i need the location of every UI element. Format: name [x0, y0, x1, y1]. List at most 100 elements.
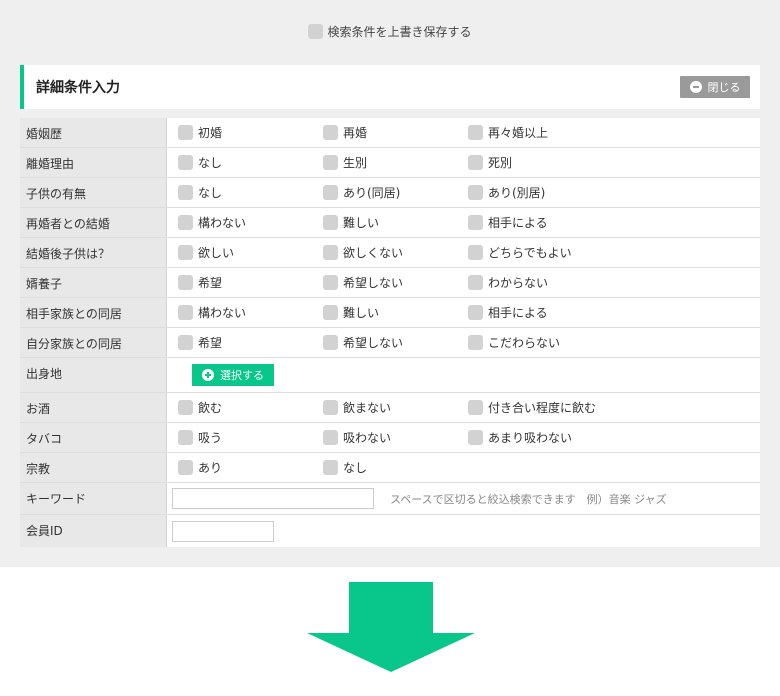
option-depends-on-partner[interactable]: 相手による [468, 214, 613, 231]
option-label: 構わない [198, 216, 247, 230]
option-smoke[interactable]: 吸う [178, 429, 323, 446]
option-difficult[interactable]: 難しい [323, 214, 468, 231]
option-label: 欲しくない [343, 246, 404, 260]
option-difficult[interactable]: 難しい [323, 304, 468, 321]
minus-circle-icon [689, 81, 702, 93]
option-group: 吸う 吸わない あまり吸わない [167, 423, 760, 452]
option-checkbox[interactable] [323, 155, 338, 170]
save-condition-label: 検索条件を上書き保存する [327, 24, 472, 39]
option-divorce[interactable]: 生別 [323, 154, 468, 171]
option-group: なし あり(同居) あり(別居) [167, 178, 760, 207]
option-no-desire[interactable]: 希望しない [323, 334, 468, 351]
option-unknown[interactable]: わからない [468, 274, 613, 291]
option-want[interactable]: 欲しい [178, 244, 323, 261]
option-children-cohabiting[interactable]: あり(同居) [323, 184, 468, 201]
option-dont-want[interactable]: 欲しくない [323, 244, 468, 261]
option-dont-drink[interactable]: 飲まない [323, 399, 468, 416]
close-button[interactable]: 閉じる [680, 76, 750, 98]
option-checkbox[interactable] [178, 430, 193, 445]
row-label: 再婚者との結婚 [20, 208, 167, 237]
option-drink-socially[interactable]: 付き合い程度に飲む [468, 399, 613, 416]
option-checkbox[interactable] [178, 215, 193, 230]
option-drink[interactable]: 飲む [178, 399, 323, 416]
option-checkbox[interactable] [323, 400, 338, 415]
option-checkbox[interactable] [468, 275, 483, 290]
option-checkbox[interactable] [468, 335, 483, 350]
option-checkbox[interactable] [178, 185, 193, 200]
option-children-separate[interactable]: あり(別居) [468, 184, 613, 201]
option-checkbox[interactable] [468, 430, 483, 445]
option-checkbox[interactable] [323, 335, 338, 350]
row-label: タバコ [20, 423, 167, 452]
option-label: どちらでもよい [488, 246, 572, 260]
option-label: 吸う [198, 431, 223, 445]
option-remarriage[interactable]: 再婚 [323, 124, 468, 141]
option-bereavement[interactable]: 死別 [468, 154, 613, 171]
row-live-with-partner-family: 相手家族との同居 構わない 難しい 相手による [20, 298, 760, 328]
option-checkbox[interactable] [468, 185, 483, 200]
option-checkbox[interactable] [323, 215, 338, 230]
option-checkbox[interactable] [178, 335, 193, 350]
option-no-preference[interactable]: こだわらない [468, 334, 613, 351]
option-label: 相手による [488, 216, 548, 230]
option-first-marriage[interactable]: 初婚 [178, 124, 323, 141]
option-label: 希望しない [343, 276, 404, 290]
option-group: あり なし [167, 453, 760, 482]
row-alcohol: お酒 飲む 飲まない 付き合い程度に飲む [20, 393, 760, 423]
select-birthplace-button[interactable]: 選択する [192, 364, 274, 386]
option-label: 飲む [198, 401, 223, 415]
option-rarely-smoke[interactable]: あまり吸わない [468, 429, 613, 446]
option-checkbox[interactable] [468, 155, 483, 170]
row-marriage-history: 婚姻歴 初婚 再婚 再々婚以上 [20, 118, 760, 148]
row-label: お酒 [20, 393, 167, 422]
option-label: 生別 [343, 156, 368, 170]
option-dont-mind[interactable]: 構わない [178, 214, 323, 231]
option-label: 付き合い程度に飲む [488, 401, 597, 415]
option-checkbox[interactable] [468, 400, 483, 415]
option-dont-mind[interactable]: 構わない [178, 304, 323, 321]
keyword-input[interactable] [172, 488, 374, 509]
option-desire[interactable]: 希望 [178, 334, 323, 351]
option-dont-smoke[interactable]: 吸わない [323, 429, 468, 446]
row-label: 相手家族との同居 [20, 298, 167, 327]
option-no[interactable]: なし [323, 459, 468, 476]
option-group: 希望 希望しない わからない [167, 268, 760, 297]
option-depends-on-partner[interactable]: 相手による [468, 304, 613, 321]
option-desire[interactable]: 希望 [178, 274, 323, 291]
option-checkbox[interactable] [323, 460, 338, 475]
option-checkbox[interactable] [178, 305, 193, 320]
option-either[interactable]: どちらでもよい [468, 244, 613, 261]
option-label: なし [198, 186, 223, 200]
option-checkbox[interactable] [468, 305, 483, 320]
option-checkbox[interactable] [178, 460, 193, 475]
detail-condition-form: 婚姻歴 初婚 再婚 再々婚以上 離婚理由 なし 生別 死別 子供の有無 なし あ… [20, 118, 760, 547]
save-condition-row[interactable]: 検索条件を上書き保存する [0, 22, 780, 40]
member-id-input[interactable] [172, 520, 274, 542]
option-checkbox[interactable] [178, 275, 193, 290]
row-children-after-marriage: 結婚後子供は？ 欲しい 欲しくない どちらでもよい [20, 238, 760, 268]
option-no-children[interactable]: なし [178, 184, 323, 201]
option-group: スペースで区切ると絞込検索できます 例）音楽 ジャズ [167, 483, 760, 514]
option-checkbox[interactable] [323, 245, 338, 260]
option-checkbox[interactable] [178, 155, 193, 170]
option-checkbox[interactable] [178, 400, 193, 415]
option-label: 吸わない [343, 431, 392, 445]
row-label: 自分家族との同居 [20, 328, 167, 357]
option-none[interactable]: なし [178, 154, 323, 171]
option-checkbox[interactable] [323, 305, 338, 320]
option-checkbox[interactable] [323, 185, 338, 200]
option-checkbox[interactable] [178, 245, 193, 260]
option-checkbox[interactable] [178, 125, 193, 140]
save-condition-checkbox[interactable] [308, 23, 324, 39]
option-checkbox[interactable] [468, 125, 483, 140]
option-group: 構わない 難しい 相手による [167, 298, 760, 327]
option-checkbox[interactable] [323, 275, 338, 290]
option-yes[interactable]: あり [178, 459, 323, 476]
option-checkbox[interactable] [323, 430, 338, 445]
option-checkbox[interactable] [323, 125, 338, 140]
option-label: こだわらない [488, 336, 561, 350]
option-no-desire[interactable]: 希望しない [323, 274, 468, 291]
option-third-plus-marriage[interactable]: 再々婚以上 [468, 124, 613, 141]
option-checkbox[interactable] [468, 215, 483, 230]
option-checkbox[interactable] [468, 245, 483, 260]
